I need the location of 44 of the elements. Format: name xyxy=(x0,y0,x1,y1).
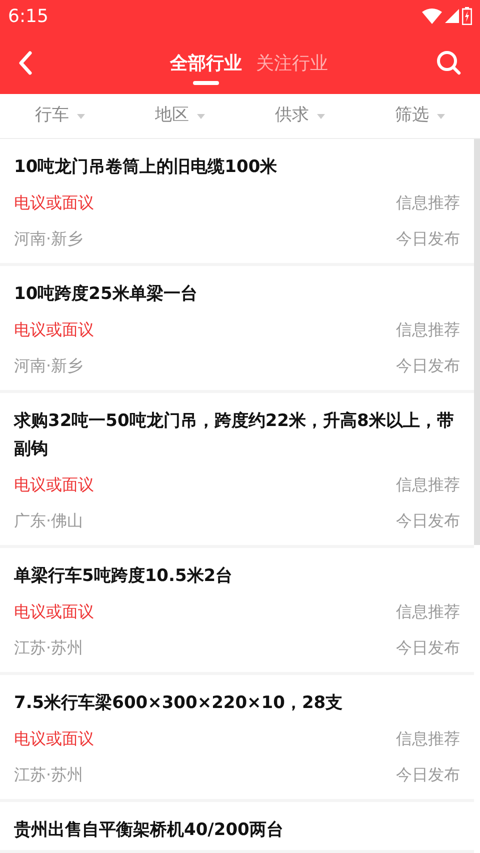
location-text: 江苏·苏州 xyxy=(14,764,84,786)
wifi-icon xyxy=(422,8,442,24)
price-text: 电议或面议 xyxy=(14,192,94,214)
location-text: 河南·新乡 xyxy=(14,355,84,377)
posted-text: 今日发布 xyxy=(396,637,460,659)
location-text: 江苏·苏州 xyxy=(14,637,84,659)
listing-title: 求购32吨一50吨龙门吊，跨度约22米，升高8米以上，带副钩 xyxy=(14,410,455,461)
location-text: 河南·新乡 xyxy=(14,228,84,250)
filter-dropdown[interactable]: 筛选 xyxy=(360,94,480,138)
posted-text: 今日发布 xyxy=(396,228,460,250)
battery-icon xyxy=(462,7,472,25)
header-tab[interactable]: 全部行业 xyxy=(170,41,242,85)
source-text: 信息推荐 xyxy=(396,601,460,623)
caret-icon xyxy=(317,114,325,118)
posted-text: 今日发布 xyxy=(396,764,460,786)
status-time: 6:15 xyxy=(8,4,48,28)
listing-title: 10吨龙门吊卷筒上的旧电缆100米 xyxy=(14,156,278,179)
location-text: 广东·佛山 xyxy=(14,510,84,532)
listing-title: 10吨跨度25米单梁一台 xyxy=(14,283,198,306)
caret-icon xyxy=(77,114,85,118)
price-text: 电议或面议 xyxy=(14,319,94,341)
listing-card[interactable]: 7.5米行车梁600×300×220×10，28支 电议或面议 信息推荐 江苏·苏州 今日发布 xyxy=(0,675,474,802)
listing-title: 7.5米行车梁600×300×220×10，28支 xyxy=(14,692,344,715)
listing-card[interactable]: 单梁行车5吨跨度10.5米2台 电议或面议 信息推荐 江苏·苏州 今日发布 xyxy=(0,548,474,675)
price-text: 电议或面议 xyxy=(14,474,94,496)
search-icon[interactable] xyxy=(436,50,462,76)
source-text: 信息推荐 xyxy=(396,319,460,341)
caret-icon xyxy=(197,114,205,118)
back-icon[interactable] xyxy=(18,51,32,75)
price-text: 电议或面议 xyxy=(14,601,94,623)
source-text: 信息推荐 xyxy=(396,728,460,750)
price-text: 电议或面议 xyxy=(14,728,94,750)
filter-dropdown[interactable]: 行车 xyxy=(0,94,120,138)
filter-dropdown[interactable]: 地区 xyxy=(120,94,240,138)
posted-text: 今日发布 xyxy=(396,510,460,532)
caret-icon xyxy=(437,114,445,118)
listing-title: 贵州出售自平衡架桥机40/200两台 xyxy=(14,819,284,842)
signal-icon xyxy=(445,9,459,23)
filter-dropdown[interactable]: 供求 xyxy=(240,94,360,138)
listing-title: 单梁行车5吨跨度10.5米2台 xyxy=(14,565,234,588)
posted-text: 今日发布 xyxy=(396,355,460,377)
listing-card[interactable]: 贵州出售自平衡架桥机40/200两台 xyxy=(0,802,474,853)
source-text: 信息推荐 xyxy=(396,192,460,214)
source-text: 信息推荐 xyxy=(396,474,460,496)
